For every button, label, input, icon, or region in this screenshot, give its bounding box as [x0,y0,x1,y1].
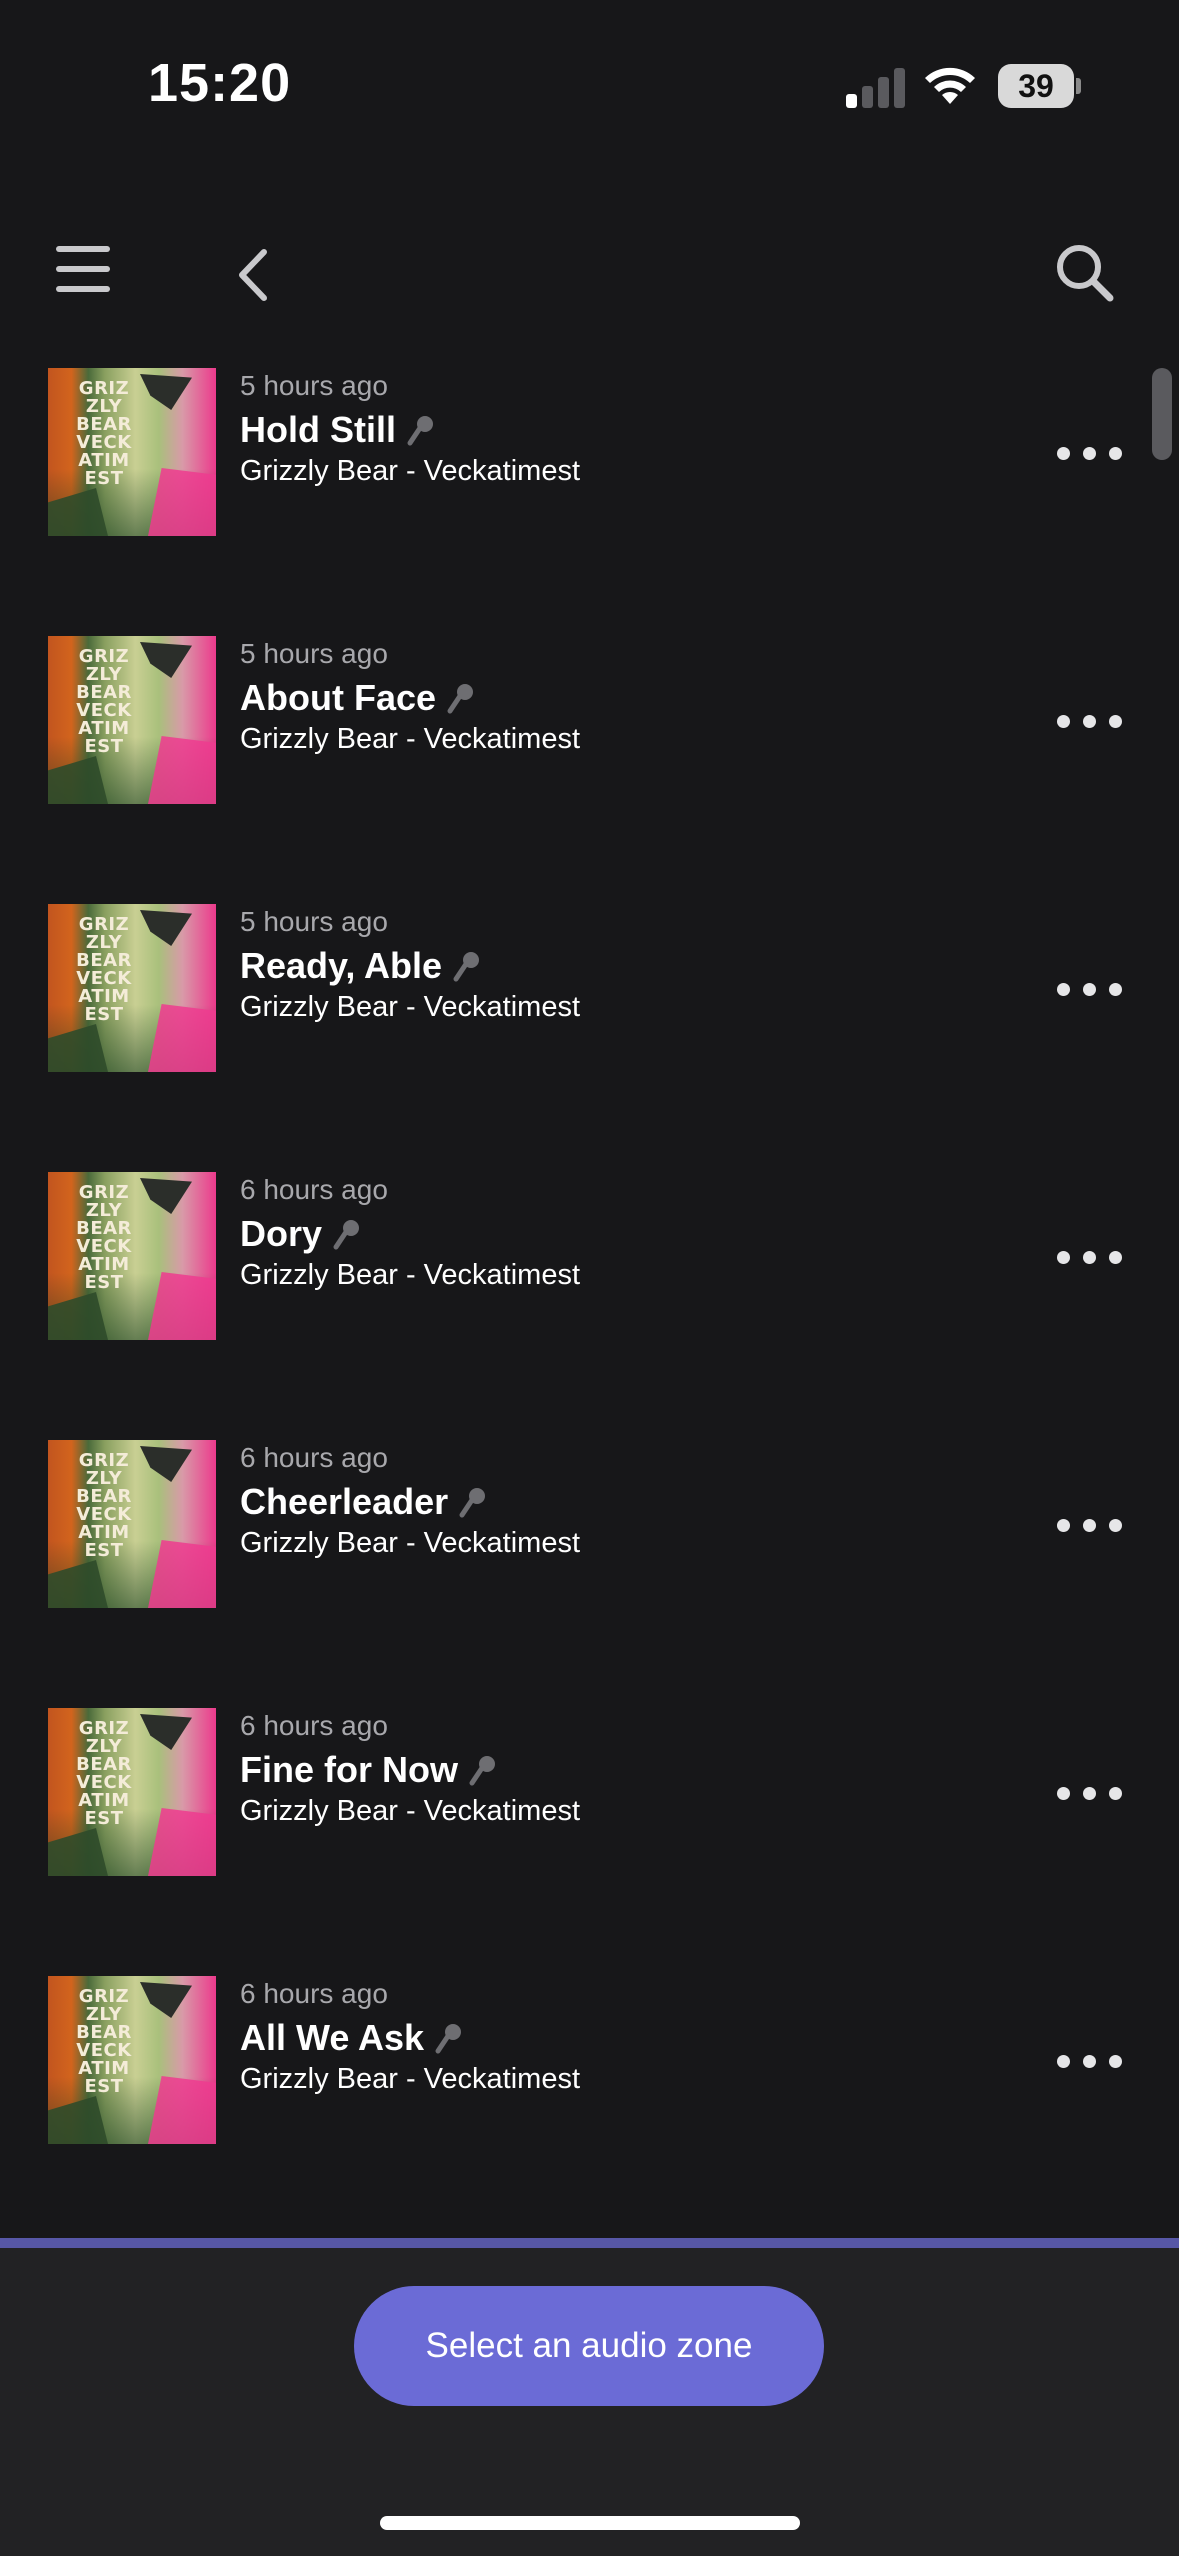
album-art: GRIZ ZLY BEAR VECK ATIM EST [48,636,216,804]
track-time-ago: 5 hours ago [240,638,388,669]
microphone-icon [435,2024,462,2054]
select-audio-zone-button[interactable]: Select an audio zone [354,2286,824,2406]
track-meta: 5 hours ago About Face Grizzly Bear - Veck… [240,636,580,758]
track-row[interactable]: GRIZ ZLY BEAR VECK ATIM EST 6 hours ago Fi… [0,1678,1179,1908]
chevron-left-icon[interactable] [226,240,282,310]
hamburger-menu-icon[interactable] [50,240,120,300]
track-meta: 6 hours ago Cheerleader Grizzly Bear - Vec… [240,1440,580,1562]
more-options-icon[interactable] [1057,980,1123,1000]
album-art: GRIZ ZLY BEAR VECK ATIM EST [48,1708,216,1876]
track-meta: 6 hours ago Fine for Now Grizzly Bear - Ve… [240,1708,580,1830]
home-indicator[interactable] [380,2516,800,2530]
screen: 15:20 39 GRIZ ZLY BEAR VECK ATIM EST 5 ho… [0,0,1179,2556]
track-title: Cheerleader [240,1481,449,1522]
album-art: GRIZ ZLY BEAR VECK ATIM EST [48,904,216,1072]
track-row[interactable]: GRIZ ZLY BEAR VECK ATIM EST 6 hours ago Do… [0,1142,1179,1372]
track-meta: 6 hours ago Dory Grizzly Bear - Veckatimes… [240,1172,580,1294]
track-row[interactable]: GRIZ ZLY BEAR VECK ATIM EST 5 hours ago Ho… [0,360,1179,568]
track-title: About Face [240,677,437,718]
more-options-icon[interactable] [1057,1248,1123,1268]
microphone-icon [453,952,480,982]
track-artist-album: Grizzly Bear - Veckatimest [240,723,581,755]
track-row[interactable]: GRIZ ZLY BEAR VECK ATIM EST 6 hours ago Al… [0,1946,1179,2176]
album-art: GRIZ ZLY BEAR VECK ATIM EST [48,368,216,536]
track-meta: 5 hours ago Hold Still Grizzly Bear - Veck… [240,368,580,490]
track-row[interactable]: GRIZ ZLY BEAR VECK ATIM EST 5 hours ago Re… [0,874,1179,1104]
scrollbar[interactable] [1152,368,1172,460]
track-artist-album: Grizzly Bear - Veckatimest [240,1527,581,1559]
battery-icon: 39 [998,64,1082,108]
wifi-icon [925,67,975,104]
album-art: GRIZ ZLY BEAR VECK ATIM EST [48,1440,216,1608]
microphone-icon [459,1488,486,1518]
now-playing-divider [0,2238,1179,2248]
microphone-icon [447,684,474,714]
track-time-ago: 5 hours ago [240,906,388,937]
track-artist-album: Grizzly Bear - Veckatimest [240,1259,581,1291]
more-options-icon[interactable] [1057,712,1123,732]
more-options-icon[interactable] [1057,1784,1123,1804]
track-row[interactable]: GRIZ ZLY BEAR VECK ATIM EST 5 hours ago Ab… [0,606,1179,836]
track-artist-album: Grizzly Bear - Veckatimest [240,455,581,487]
track-meta: 6 hours ago All We Ask Grizzly Bear - Veck… [240,1976,580,2098]
track-title: Hold Still [240,409,396,450]
track-artist-album: Grizzly Bear - Veckatimest [240,2063,581,2095]
more-options-icon[interactable] [1057,1516,1123,1536]
track-time-ago: 5 hours ago [240,370,388,401]
track-row[interactable]: GRIZ ZLY BEAR VECK ATIM EST 6 hours ago Ch… [0,1410,1179,1640]
search-icon[interactable] [1052,240,1118,306]
status-time: 15:20 [148,53,292,113]
microphone-icon [407,416,433,446]
album-art: GRIZ ZLY BEAR VECK ATIM EST [48,1976,216,2144]
cellular-signal-icon [846,66,906,108]
track-title: Fine for Now [240,1749,458,1790]
track-time-ago: 6 hours ago [240,1710,388,1741]
track-time-ago: 6 hours ago [240,1442,388,1473]
track-title: Ready, Able [240,945,443,986]
track-time-ago: 6 hours ago [240,1978,388,2009]
microphone-icon [333,1220,360,1250]
track-title: Dory [240,1213,323,1254]
track-row[interactable]: GRIZ ZLY BEAR VECK ATIM EST [0,2214,1179,2240]
more-options-icon[interactable] [1057,2052,1123,2072]
battery-level: 39 [998,64,1074,108]
track-artist-album: Grizzly Bear - Veckatimest [240,1795,581,1827]
track-meta: 5 hours ago Ready, Able Grizzly Bear - Vec… [240,904,580,1026]
track-list[interactable]: GRIZ ZLY BEAR VECK ATIM EST 5 hours ago Ho… [0,360,1179,2240]
track-artist-album: Grizzly Bear - Veckatimest [240,991,581,1023]
track-title: All We Ask [240,2017,425,2058]
album-art: GRIZ ZLY BEAR VECK ATIM EST [48,1172,216,1340]
track-time-ago: 6 hours ago [240,1174,388,1205]
microphone-icon [469,1756,495,1786]
more-options-icon[interactable] [1057,444,1123,464]
